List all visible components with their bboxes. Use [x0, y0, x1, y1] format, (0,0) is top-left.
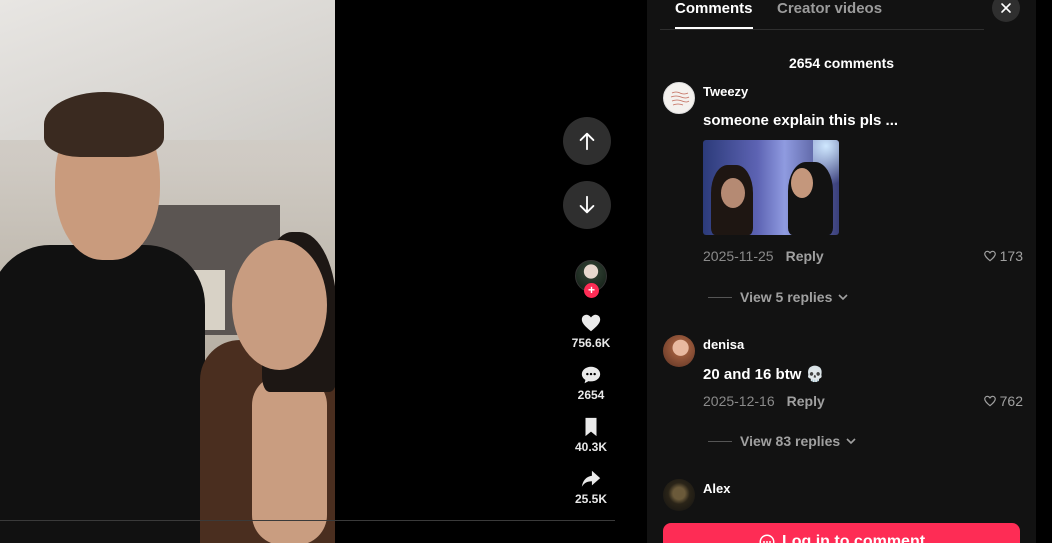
share-arrow-icon[interactable] — [580, 468, 602, 490]
video-person-woman-arm — [252, 375, 327, 543]
view-replies-label: View 83 replies — [740, 433, 841, 449]
view-replies-button[interactable]: View 83 replies — [708, 433, 857, 449]
video-person-man — [0, 245, 205, 543]
next-video-button[interactable] — [563, 181, 611, 229]
tab-creator-videos[interactable]: Creator videos — [777, 0, 882, 17]
replies-divider — [708, 440, 732, 442]
avatar[interactable] — [663, 82, 695, 114]
panel-tabs: Comments Creator videos — [660, 0, 984, 30]
comment-date: 2025-11-25 — [703, 248, 774, 264]
previous-video-button[interactable] — [563, 117, 611, 165]
close-button[interactable] — [992, 0, 1020, 22]
heart-outline-icon — [983, 250, 996, 262]
comment-like-count: 173 — [999, 248, 1023, 264]
arrow-up-icon — [579, 132, 595, 151]
login-to-comment-button[interactable]: Log in to comment — [663, 523, 1020, 543]
comment-action[interactable]: 2654 — [566, 364, 616, 402]
comment-like-button[interactable]: 762 — [983, 393, 1023, 409]
video-person-woman-face — [232, 240, 327, 370]
video-player[interactable] — [0, 0, 335, 543]
avatar[interactable] — [663, 479, 695, 511]
comment-total: 2654 comments — [788, 55, 895, 71]
save-action[interactable]: 40.3K — [566, 416, 616, 454]
handwritten-note-avatar-icon — [670, 91, 690, 106]
comment-bubble-icon — [759, 534, 775, 543]
share-action[interactable]: 25.5K — [566, 468, 616, 506]
action-bar: + 756.6K 2654 40.3K 25.5K — [566, 260, 616, 506]
like-count: 756.6K — [571, 336, 611, 350]
comment-username[interactable]: denisa — [703, 337, 744, 352]
scrollbar[interactable] — [1036, 0, 1052, 543]
replies-divider — [708, 296, 732, 298]
reply-button[interactable]: Reply — [786, 248, 824, 264]
view-replies-button[interactable]: View 5 replies — [708, 289, 849, 305]
comment-item: Tweezy someone explain this pls ... 2025… — [663, 82, 1023, 312]
heart-icon[interactable] — [580, 312, 602, 334]
comment-like-button[interactable]: 173 — [983, 248, 1023, 264]
comment-text: someone explain this pls ... — [703, 112, 899, 129]
comment-like-count: 762 — [999, 393, 1023, 409]
login-label: Log in to comment — [781, 533, 926, 543]
comment-meta: 2025-11-25 Reply — [703, 248, 824, 264]
tab-comments[interactable]: Comments — [675, 0, 753, 17]
arrow-down-icon — [579, 195, 595, 214]
save-count: 40.3K — [574, 440, 608, 454]
comment-username[interactable]: Alex — [703, 481, 730, 496]
avatar[interactable] — [663, 335, 695, 367]
like-action[interactable]: 756.6K — [566, 312, 616, 350]
video-progress-bar[interactable] — [0, 520, 615, 521]
view-replies-label: View 5 replies — [740, 289, 833, 305]
comment-item: Alex — [663, 479, 1023, 519]
reply-button[interactable]: Reply — [787, 393, 825, 409]
comment-date: 2025-12-16 — [703, 393, 775, 409]
image-person-1-face — [721, 178, 745, 208]
chevron-down-icon — [838, 294, 848, 301]
comment-username[interactable]: Tweezy — [703, 84, 748, 99]
comment-bubble-icon[interactable] — [580, 364, 602, 386]
bookmark-icon[interactable] — [580, 416, 602, 438]
comments-panel: Comments Creator videos 2654 comments Tw… — [647, 0, 1036, 543]
comment-item: denisa 20 and 16 btw 💀 2025-12-16 Reply 7… — [663, 335, 1023, 455]
close-icon — [1001, 3, 1011, 13]
chevron-down-icon — [846, 438, 856, 445]
share-count: 25.5K — [574, 492, 608, 506]
video-person-man-hair — [44, 92, 164, 157]
image-person-2-face — [791, 168, 813, 198]
comment-meta: 2025-12-16 Reply — [703, 393, 825, 409]
creator-avatar-link[interactable]: + — [575, 260, 607, 298]
comment-count-label: 2654 — [577, 388, 605, 402]
comment-text: 20 and 16 btw 💀 — [703, 366, 825, 383]
comment-image[interactable] — [703, 140, 839, 235]
active-tab-indicator — [675, 27, 753, 29]
follow-plus-icon[interactable]: + — [584, 283, 599, 298]
heart-outline-icon — [983, 395, 996, 407]
